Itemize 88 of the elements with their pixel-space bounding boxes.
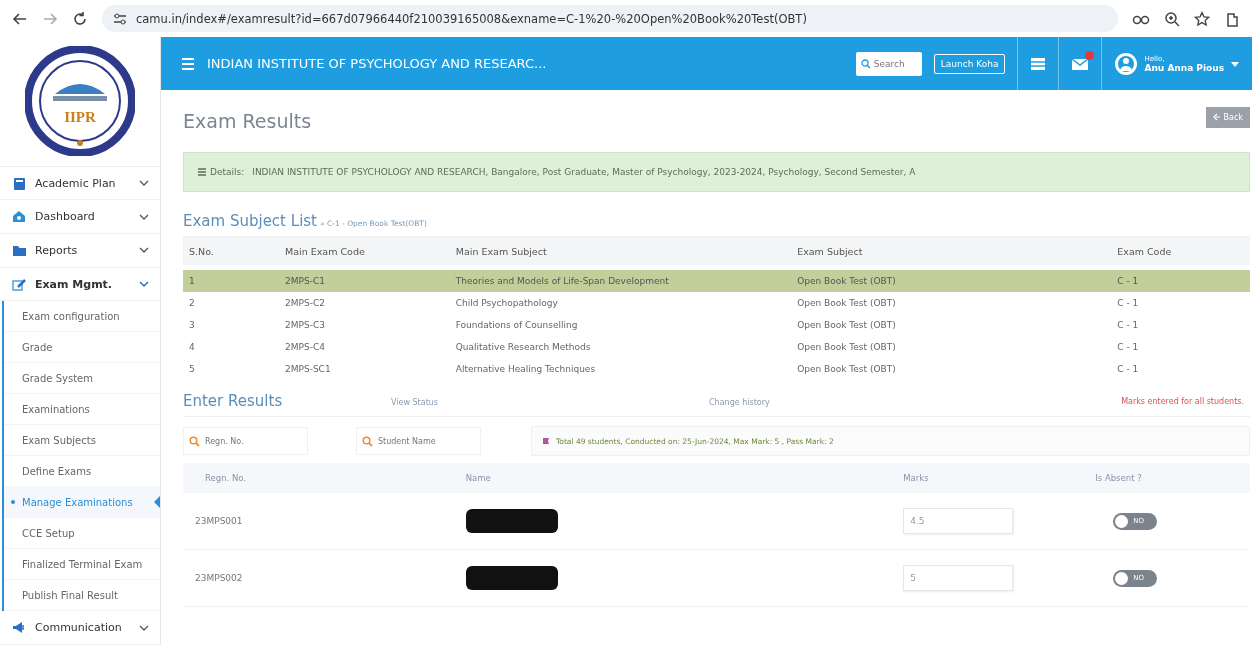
column-header: Exam Code (1111, 237, 1250, 265)
page-title: Exam Results (183, 110, 312, 132)
column-header: Main Exam Code (279, 237, 450, 265)
institute-title: INDIAN INSTITUTE OF PSYCHOLOGY AND RESEARC... (207, 56, 548, 71)
table-cell-text: Open Book Test (OBT) (796, 341, 897, 354)
details-text: INDIAN INSTITUTE OF PSYCHOLOGY AND RESEARCH, Bangalore, Post Graduate, Master of Psychology, 2023-2024, Psychology, Second Semester, A (252, 167, 916, 177)
table-cell: Child Psychopathology (449, 292, 792, 314)
back-arrow-icon (1212, 113, 1221, 121)
table-cell: 2 (183, 292, 279, 314)
submenu-item[interactable]: Publish Final Result (4, 580, 160, 612)
submenu-item[interactable]: Finalized Terminal Exam (4, 549, 160, 581)
submenu-item[interactable]: Manage Examinations (4, 487, 160, 519)
submenu-item[interactable]: Examinations (4, 394, 160, 426)
extensions-icon[interactable] (1224, 10, 1240, 27)
reload-icon[interactable] (72, 10, 88, 27)
table-cell-text: 3 (188, 319, 196, 332)
table-cell: C - 1 (1111, 292, 1250, 314)
submenu-item[interactable]: Exam Subjects (4, 425, 160, 457)
table-row[interactable]: 3 2MPS-C3 Foundations of Counselling Open Book Test (OBT) C - 1 (183, 314, 1250, 336)
star-icon[interactable] (1194, 10, 1210, 27)
address-bar[interactable]: camu.in/index#/examresult?id=667d07966440f210039165008&exname=C-1%20-%20Open%20Book%20Test(OBT) (102, 5, 1118, 32)
table-cell: 2MPS-C1 (279, 270, 450, 292)
column-header: Main Exam Subject (449, 237, 792, 265)
section-title: Enter Results (183, 392, 284, 410)
search-field[interactable]: Student Name (356, 427, 481, 455)
avatar-icon[interactable] (1114, 51, 1139, 76)
chevron-down-icon (138, 278, 150, 290)
table-cell-text: Qualitative Research Methods (454, 341, 592, 354)
column-header: S.No. (183, 237, 279, 265)
table-cell: C - 1 (1111, 270, 1250, 292)
submenu-item[interactable]: Grade System (4, 363, 160, 395)
table-cell: 23MPS001 (183, 493, 450, 550)
table-cell-text: C - 1 (1116, 341, 1140, 354)
url-text: camu.in/index#/examresult?id=667d07966440f210039165008&exname=C-1%20-%20Open%20Book%20Test(OBT) (136, 11, 807, 26)
column-header: Regn. No. (183, 463, 450, 493)
table-cell-text: Alternative Healing Techniques (454, 363, 597, 376)
search-icon (362, 436, 373, 447)
table-row[interactable]: 2 2MPS-C2 Child Psychopathology Open Book Test (OBT) C - 1 (183, 292, 1250, 314)
logo-text: IIPR (64, 109, 96, 126)
menu-item-icon (12, 175, 27, 191)
sidebar-item[interactable]: Reports (0, 234, 160, 268)
table-cell: 23MPS002 (183, 549, 450, 607)
column-header: Exam Subject (791, 237, 1112, 265)
menu-icon[interactable] (181, 56, 195, 71)
table-cell-text: Foundations of Counselling (454, 319, 579, 332)
table-cell: 1 (183, 270, 279, 292)
search-field[interactable]: Search (855, 51, 922, 76)
zoom-icon[interactable] (1164, 10, 1180, 27)
menu-item-icon (12, 209, 27, 225)
table-row[interactable]: 1 2MPS-C1 Theories and Models of Life-Span Development Open Book Test (OBT) C - 1 (183, 270, 1250, 292)
sidebar-item[interactable]: Exam Mgmt. (0, 267, 160, 302)
table-cell-text: 2MPS-SC1 (284, 363, 332, 376)
table-cell: Open Book Test (OBT) (791, 270, 1112, 292)
table-cell-text: C - 1 (1116, 363, 1140, 376)
table-cell: 2MPS-C2 (279, 292, 450, 314)
notification-dot (1085, 50, 1095, 60)
table-cell-text: C - 1 (1116, 319, 1140, 332)
search-icon (189, 436, 200, 447)
menu-item-icon (12, 276, 27, 292)
table-cell: Theories and Models of Life-Span Development (449, 270, 792, 292)
submenu-item[interactable]: Grade (4, 332, 160, 364)
list-icon[interactable] (1030, 55, 1047, 72)
submenu-item[interactable]: Exam configuration (4, 301, 160, 333)
column-header: Marks (887, 463, 1080, 493)
table-cell-text: Open Book Test (OBT) (796, 319, 897, 332)
table-cell-text: 5 (188, 363, 196, 376)
details-label: Details: (210, 167, 245, 177)
list-icon (198, 168, 206, 176)
table-cell-text: 4 (188, 341, 196, 354)
status-message: Marks entered for all students. (1121, 396, 1245, 406)
column-header: Is Absent ? (1079, 463, 1250, 493)
site-settings-icon[interactable] (112, 10, 128, 27)
menu-item-icon (12, 620, 27, 636)
table-row[interactable]: 5 2MPS-SC1 Alternative Healing Techniques Open Book Test (OBT) C - 1 (183, 358, 1250, 380)
sidebar-item[interactable]: Dashboard (0, 200, 160, 234)
table-cell-text: Open Book Test (OBT) (796, 363, 897, 376)
submenu-item[interactable]: CCE Setup (4, 518, 160, 550)
table-cell: Open Book Test (OBT) (791, 292, 1112, 314)
caret-icon[interactable] (1230, 59, 1240, 68)
sidebar-item[interactable]: Communication (0, 611, 160, 645)
table-cell-text: 2MPS-C3 (284, 319, 326, 332)
section-title: Exam Subject List (183, 212, 317, 230)
table-row[interactable]: 4 2MPS-C4 Qualitative Research Methods Open Book Test (OBT) C - 1 (183, 336, 1250, 358)
column-header: Name (449, 463, 888, 493)
back-icon[interactable] (12, 10, 28, 27)
table-cell-text: 2MPS-C4 (284, 341, 326, 354)
search-field[interactable]: Regn. No. (183, 427, 308, 455)
sidebar-item[interactable]: Academic Plan (0, 166, 160, 201)
